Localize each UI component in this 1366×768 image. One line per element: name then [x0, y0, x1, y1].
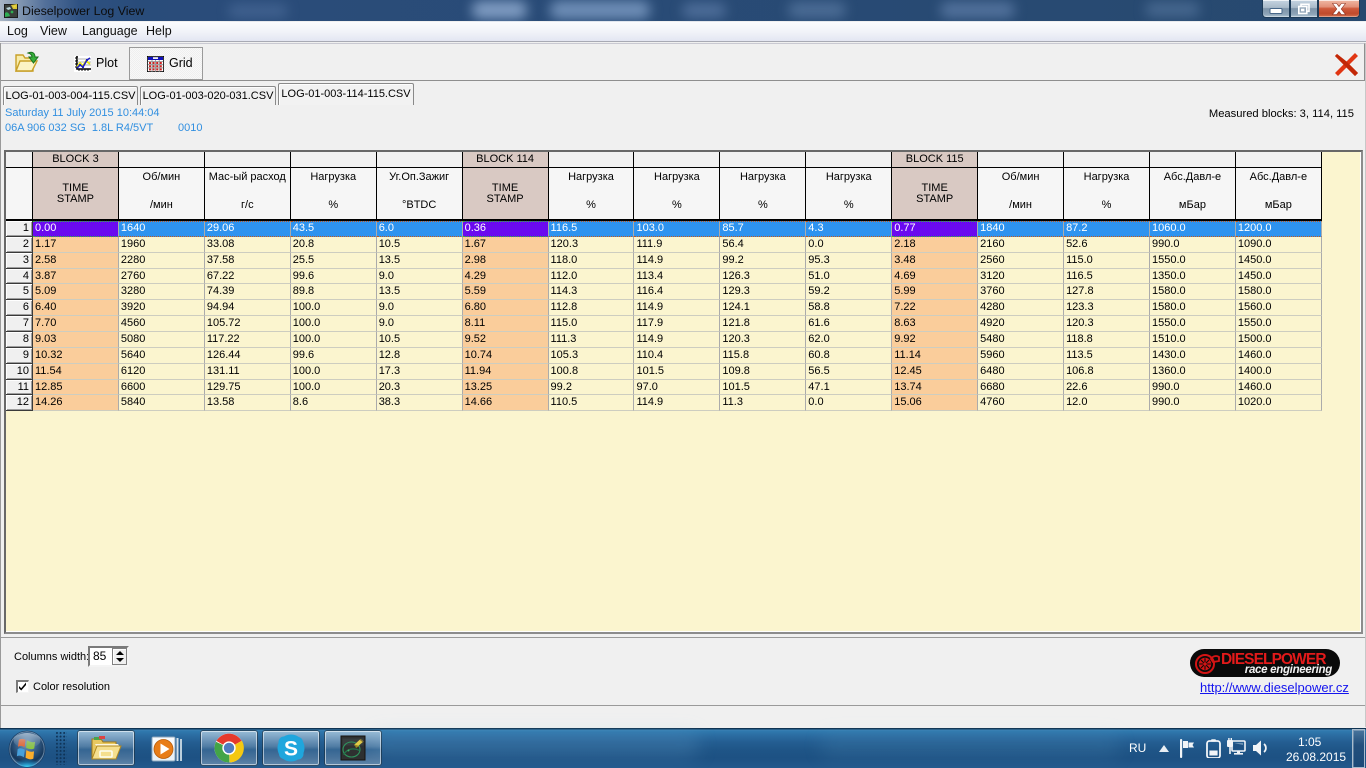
svg-text:S: S [284, 738, 298, 761]
